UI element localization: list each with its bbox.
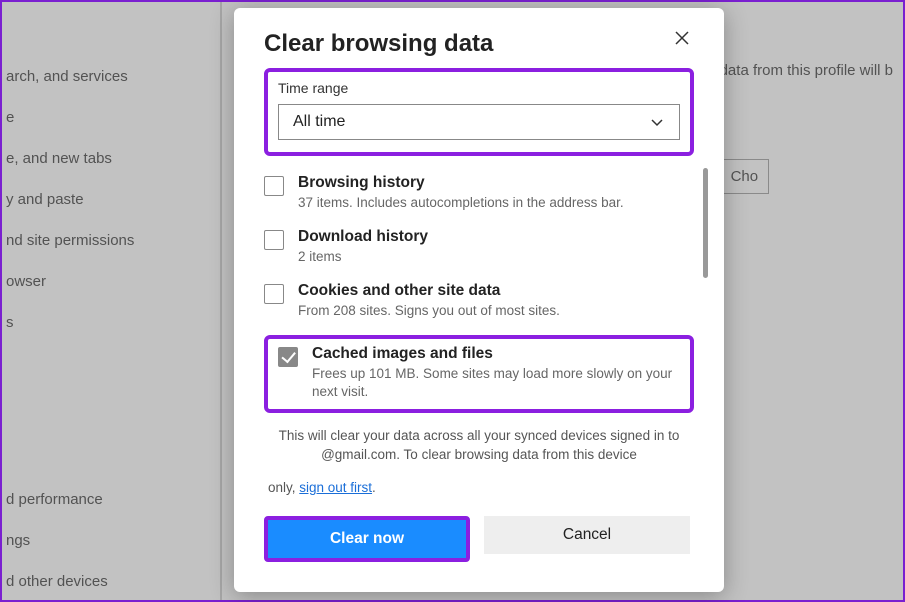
close-icon[interactable]: [670, 30, 694, 50]
chevron-down-icon: [649, 114, 665, 130]
sync-warning: This will clear your data across all you…: [264, 427, 694, 465]
scrollbar[interactable]: [703, 168, 708, 278]
sign-out-link[interactable]: sign out first: [299, 480, 372, 495]
time-range-label: Time range: [278, 80, 680, 96]
cached-highlight: Cached images and files Frees up 101 MB.…: [264, 335, 694, 413]
time-range-value: All time: [293, 113, 345, 131]
time-range-select[interactable]: All time: [278, 104, 680, 140]
item-title: Cookies and other site data: [298, 282, 694, 300]
item-subtitle: 2 items: [298, 248, 694, 266]
time-range-highlight: Time range All time: [264, 68, 694, 156]
download-history-item[interactable]: Download history 2 items: [264, 222, 694, 276]
checkbox[interactable]: [264, 176, 284, 196]
browsing-history-item[interactable]: Browsing history 37 items. Includes auto…: [264, 168, 694, 222]
cancel-button[interactable]: Cancel: [484, 516, 690, 554]
item-subtitle: From 208 sites. Signs you out of most si…: [298, 302, 694, 320]
checkbox[interactable]: [264, 230, 284, 250]
item-subtitle: Frees up 101 MB. Some sites may load mor…: [312, 365, 680, 401]
clear-now-button[interactable]: Clear now: [268, 520, 466, 558]
sync-warning-line3: only, sign out first.: [264, 479, 694, 498]
cached-images-item[interactable]: Cached images and files Frees up 101 MB.…: [278, 345, 680, 401]
checkbox[interactable]: [278, 347, 298, 367]
item-title: Cached images and files: [312, 345, 680, 363]
item-subtitle: 37 items. Includes autocompletions in th…: [298, 194, 694, 212]
cookies-item[interactable]: Cookies and other site data From 208 sit…: [264, 276, 694, 330]
clear-now-highlight: Clear now: [264, 516, 470, 562]
item-title: Browsing history: [298, 174, 694, 192]
data-type-list: Browsing history 37 items. Includes auto…: [264, 168, 694, 413]
clear-browsing-data-dialog: Clear browsing data Time range All time …: [234, 8, 724, 592]
dialog-title: Clear browsing data: [264, 30, 493, 58]
item-title: Download history: [298, 228, 694, 246]
checkbox[interactable]: [264, 284, 284, 304]
